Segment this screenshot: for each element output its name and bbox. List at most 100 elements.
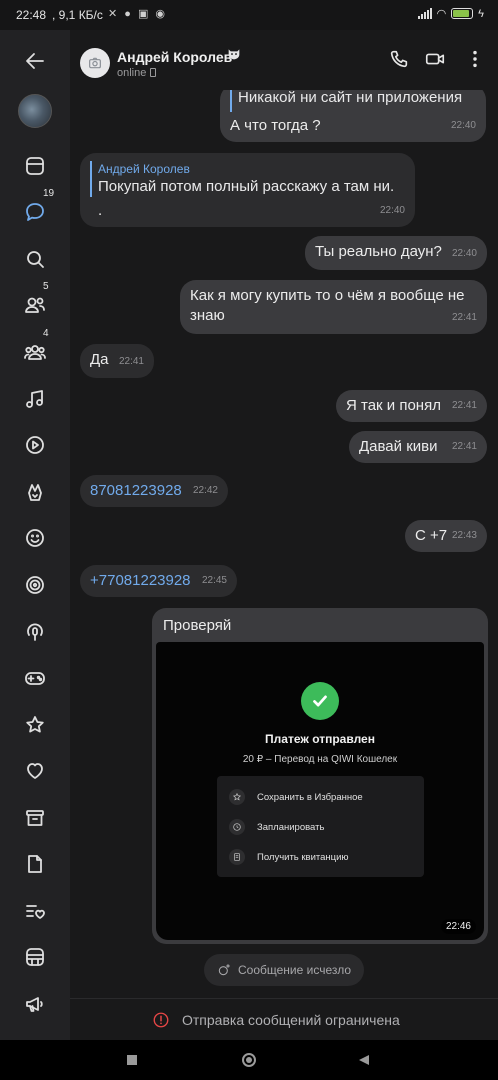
sidebar-item-archive[interactable] <box>15 798 55 838</box>
sidebar-item-friends[interactable]: 5 <box>15 281 55 325</box>
communities-icon <box>24 345 46 360</box>
mask-icon <box>228 49 240 60</box>
message-bubble-out[interactable]: Как я могу купить то о чём я вообще не з… <box>180 280 487 334</box>
back-arrow-icon <box>26 53 44 69</box>
sidebar-item-podcasts[interactable] <box>15 611 55 651</box>
reply-quote[interactable]: Андрей Королев Покупай потом полный расс… <box>90 161 395 197</box>
message-bubble-in[interactable]: Андрей Королев Покупай потом полный расс… <box>80 153 415 227</box>
vanish-icon <box>218 964 230 976</box>
messages-icon <box>26 203 44 221</box>
messages-badge: 19 <box>43 188 55 199</box>
megaphone-icon <box>26 997 43 1012</box>
contact-name[interactable]: Андрей Королев <box>117 49 232 65</box>
friends-icon <box>25 297 45 313</box>
payment-menu-item: Сохранить в Избранное <box>229 788 363 806</box>
back-button[interactable] <box>15 41 55 81</box>
message-bubble-in[interactable]: Да 22:41 <box>80 344 154 378</box>
target-icon <box>26 576 44 594</box>
gamepad-icon <box>25 672 45 685</box>
avatar[interactable] <box>18 94 52 128</box>
sidebar-item-games[interactable] <box>15 658 55 698</box>
status-bar: 22:48 , 9,1 КБ/с ✕ ● ▣ ◉ ◠ ϟ <box>0 0 498 30</box>
messaging-restricted-bar: Отправка сообщений ограничена <box>70 998 498 1040</box>
contact-avatar[interactable] <box>80 48 110 78</box>
smile-icon <box>26 529 44 547</box>
message-time: 22:46 <box>440 919 476 934</box>
message-bubble-out[interactable]: Я так и понял 22:41 <box>336 390 487 422</box>
receipt-icon <box>229 849 245 865</box>
heart-icon <box>27 763 43 779</box>
message-bubble-out[interactable]: Давай киви 22:41 <box>349 431 487 463</box>
message-text: Как я могу купить то о чём я вообще не <box>190 287 465 304</box>
payment-screenshot[interactable]: Платеж отправлен 20 ₽ – Перевод на QIWI … <box>156 642 484 940</box>
star-icon <box>26 716 44 733</box>
sidebar-item-target[interactable] <box>15 565 55 605</box>
message-bubble-out[interactable]: Никакой ни сайт ни приложения А что тогд… <box>220 84 486 142</box>
sidebar-item-messages[interactable]: 19 <box>15 188 55 232</box>
message-time: 22:41 <box>451 400 477 411</box>
notification-icons: ✕ ● ▣ ◉ <box>108 8 168 20</box>
star-icon <box>229 789 245 805</box>
sidebar-item-favorites[interactable] <box>15 705 55 745</box>
sidebar-item-lists[interactable] <box>15 891 55 931</box>
network-speed-value: 9,1 КБ/с <box>58 8 103 22</box>
recents-button[interactable] <box>124 1052 140 1068</box>
sidebar-item-stickers[interactable] <box>15 518 55 558</box>
circle-icon <box>242 1053 256 1067</box>
payment-menu: Сохранить в Избранное Запланировать Полу… <box>217 776 424 877</box>
system-indicators: ◠ ϟ <box>417 7 484 20</box>
document-icon <box>28 855 42 873</box>
message-text: знаю <box>190 307 225 324</box>
video-call-button[interactable] <box>422 46 448 72</box>
news-icon <box>26 157 44 175</box>
restriction-text: Отправка сообщений ограничена <box>182 1011 400 1028</box>
sidebar-item-documents[interactable] <box>15 844 55 884</box>
video-icon <box>26 436 44 454</box>
list-heart-icon <box>26 905 45 919</box>
services-icon <box>26 948 44 966</box>
sidebar-item-music[interactable] <box>15 379 55 419</box>
chat-header: Андрей Королев online <box>70 30 498 90</box>
back-nav-button[interactable] <box>356 1052 372 1068</box>
sidebar-item-news[interactable] <box>15 146 55 186</box>
photo-caption: Проверяй <box>163 617 232 634</box>
message-bubble-out[interactable]: Ты реально даун? 22:40 <box>305 236 487 270</box>
podcast-icon <box>27 623 43 641</box>
message-bubble-in[interactable]: 87081223928 22:42 <box>80 475 228 507</box>
contact-status: online <box>117 67 157 79</box>
phone-icon <box>390 50 408 68</box>
sidebar-item-likes[interactable] <box>15 751 55 791</box>
photo-message[interactable]: Проверяй Платеж отправлен 20 ₽ – Перевод… <box>152 608 488 944</box>
sidebar-item-services[interactable] <box>15 937 55 977</box>
message-time: 22:45 <box>201 575 227 586</box>
message-bubble-out[interactable]: С +7 22:43 <box>405 520 487 552</box>
battery-fill <box>453 10 469 17</box>
message-time: 22:41 <box>118 356 144 367</box>
archive-icon <box>26 810 44 826</box>
message-time: 22:40 <box>450 120 476 131</box>
search-icon <box>27 251 44 268</box>
camera-icon <box>89 57 101 69</box>
call-button[interactable] <box>386 46 412 72</box>
app-frame: 19 5 4 Никакой ни сайт ни приложения А ч… <box>0 30 498 1040</box>
sidebar: 19 5 4 <box>0 30 70 1040</box>
sidebar-item-clips[interactable] <box>15 472 55 512</box>
sidebar-item-search[interactable] <box>15 239 55 279</box>
sidebar-item-video[interactable] <box>15 425 55 465</box>
reply-quote: Никакой ни сайт ни приложения <box>230 88 462 112</box>
message-bubble-in[interactable]: +77081223928 22:45 <box>80 565 237 597</box>
message-time: 22:43 <box>451 530 477 541</box>
more-menu-button[interactable] <box>462 46 488 72</box>
clock-icon <box>229 819 245 835</box>
mobile-icon <box>150 68 157 77</box>
payment-menu-label: Получить квитанцию <box>257 851 349 863</box>
more-vertical-icon <box>473 50 477 68</box>
message-time: 22:41 <box>451 441 477 452</box>
sidebar-item-ads[interactable] <box>15 984 55 1024</box>
vanished-message-notice: Сообщение исчезло <box>204 954 364 986</box>
message-text: . <box>98 202 103 219</box>
sidebar-item-communities[interactable]: 4 <box>15 328 55 372</box>
payment-title: Платеж отправлен <box>265 732 375 746</box>
home-button[interactable] <box>241 1052 257 1068</box>
success-check-icon <box>301 682 339 720</box>
